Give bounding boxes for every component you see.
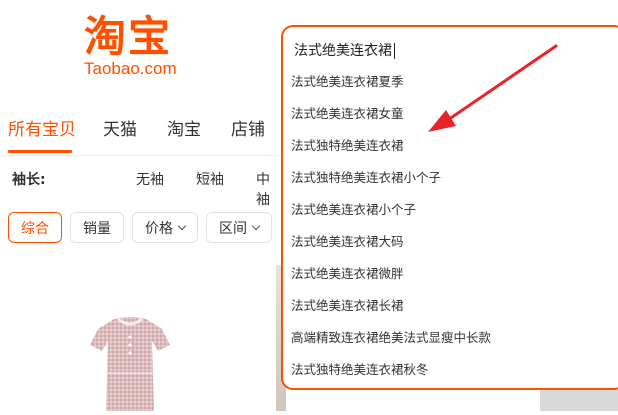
sort-range-button[interactable]: 区间 [206,212,272,243]
search-input[interactable]: 法式绝美连衣裙 [294,40,395,60]
suggestion-item[interactable]: 法式独特绝美连衣裙 [291,135,404,154]
filter-option-sleeveless[interactable]: 无袖 [136,169,164,189]
sort-label: 销量 [83,220,111,237]
sort-price-button[interactable]: 价格 [132,212,198,243]
active-tab-underline [8,150,72,153]
tab-shops[interactable]: 店铺 [231,115,265,140]
logo-cn-text: 淘宝 [84,12,173,61]
suggestion-item[interactable]: 法式绝美连衣裙大码 [291,231,404,250]
filter-label: 袖长: [12,172,46,188]
suggestion-item[interactable]: 法式独特绝美连衣裙秋冬 [291,359,429,378]
suggestion-item[interactable]: 法式绝美连衣裙长裙 [291,295,404,314]
suggestion-item[interactable]: 高端精致连衣裙绝美法式显瘦中长款 [291,327,491,346]
sort-label: 价格 [145,220,173,237]
taobao-logo[interactable]: 淘宝 Taobao.com [84,14,177,78]
search-type-tabs: 所有宝贝 天猫 淘宝 店铺 [0,115,280,155]
tab-taobao[interactable]: 淘宝 [167,115,201,140]
logo-en-text: Taobao.com [84,59,177,78]
sleeve-filter-row: 袖长: 无袖 短袖 中袖 [0,165,282,208]
tab-all-items[interactable]: 所有宝贝 [8,115,76,140]
sort-label: 区间 [219,220,247,237]
tab-tmall[interactable]: 天猫 [103,115,137,140]
sort-sales-button[interactable]: 销量 [70,212,124,243]
sort-label: 综合 [21,220,49,237]
chevron-down-icon [251,221,261,230]
suggestion-item[interactable]: 法式绝美连衣裙微胖 [291,263,404,282]
chevron-down-icon [177,221,187,230]
dress-image [90,317,170,411]
filter-option-short-sleeve[interactable]: 短袖 [196,169,224,189]
suggestion-item[interactable]: 法式独特绝美连衣裙小个子 [291,167,441,186]
sort-comprehensive-button[interactable]: 综合 [8,212,62,243]
tabs-divider [0,155,282,156]
search-suggestion-dropdown: 法式绝美连衣裙 法式绝美连衣裙夏季 法式绝美连衣裙女童 法式独特绝美连衣裙 法式… [281,25,618,390]
suggestion-item[interactable]: 法式绝美连衣裙夏季 [291,71,404,90]
search-query: 法式绝美连衣裙 [294,43,392,59]
filter-option-mid-sleeve[interactable]: 中袖 [256,169,282,209]
text-caret [394,43,395,59]
suggestion-item[interactable]: 法式绝美连衣裙女童 [291,103,404,122]
product-image-dress[interactable] [80,315,180,415]
suggestion-item[interactable]: 法式绝美连衣裙小个子 [291,199,416,218]
